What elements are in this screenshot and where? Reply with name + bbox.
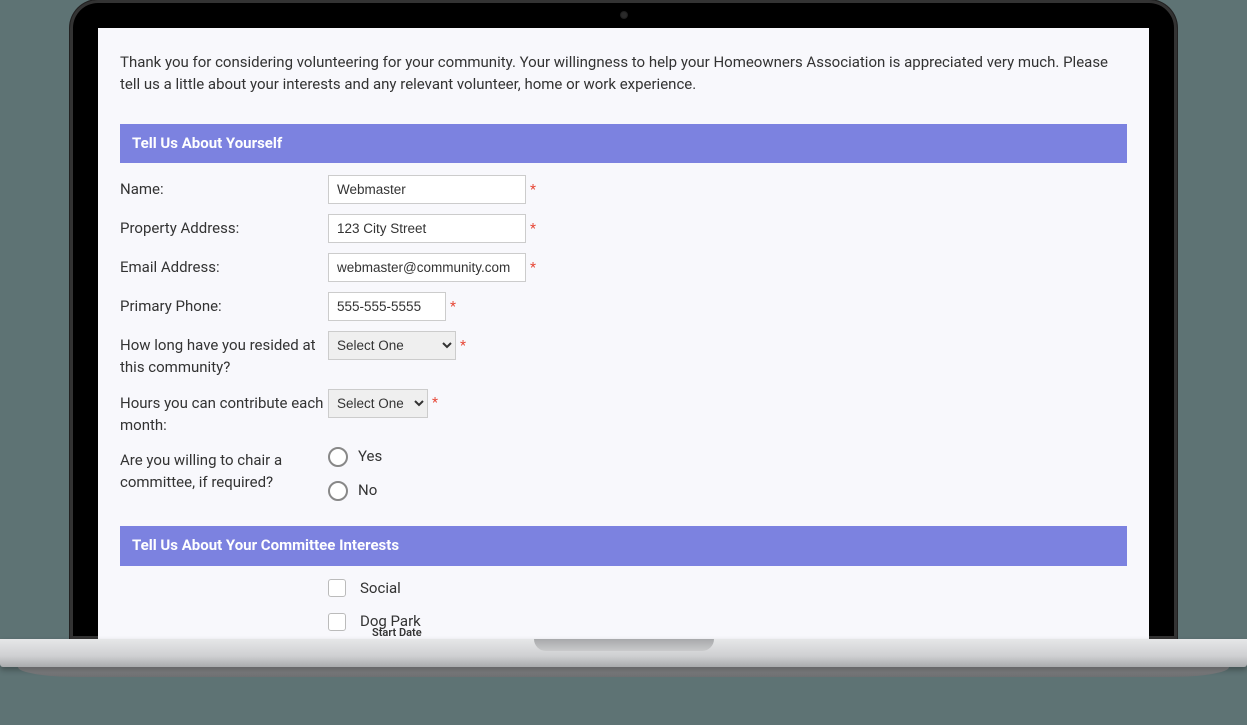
form-content: Thank you for considering volunteering f… [98,40,1149,639]
label-name: Name: [120,175,328,201]
laptop-mockup: Thank you for considering volunteering f… [0,0,1247,679]
email-input[interactable] [328,253,526,282]
label-address: Property Address: [120,214,328,240]
resided-select[interactable]: Select One [328,331,456,360]
required-mark: * [460,336,466,356]
label-phone: Primary Phone: [120,292,328,318]
cutoff-label: Start Date [372,626,422,639]
checkbox-dog-park[interactable]: Dog Park [328,611,1127,633]
required-mark: * [530,258,536,278]
checkbox-icon[interactable] [328,613,346,631]
intro-text: Thank you for considering volunteering f… [120,52,1127,96]
checkbox-icon[interactable] [328,579,346,597]
radio-no[interactable]: No [328,480,382,502]
row-hours: Hours you can contribute each month: Sel… [120,389,1127,437]
checkbox-label: Social [360,578,401,600]
row-phone: Primary Phone: * [120,292,1127,321]
screen: Thank you for considering volunteering f… [98,28,1149,639]
row-resided: How long have you resided at this commun… [120,331,1127,379]
required-mark: * [432,393,438,413]
radio-icon[interactable] [328,481,348,501]
row-name: Name: * [120,175,1127,204]
row-address: Property Address: * [120,214,1127,243]
checkbox-social[interactable]: Social [328,578,1127,600]
required-mark: * [450,297,456,317]
section-header-yourself: Tell Us About Yourself [120,124,1127,164]
label-hours: Hours you can contribute each month: [120,389,328,437]
hours-select[interactable]: Select One [328,389,428,418]
label-chair: Are you willing to chair a committee, if… [120,446,328,494]
label-resided: How long have you resided at this commun… [120,331,328,379]
section-header-interests: Tell Us About Your Committee Interests [120,526,1127,566]
radio-label-yes: Yes [358,446,382,468]
radio-label-no: No [358,480,377,502]
row-chair: Are you willing to chair a committee, if… [120,446,1127,502]
row-email: Email Address: * [120,253,1127,282]
camera-icon [620,11,628,19]
phone-input[interactable] [328,292,446,321]
name-input[interactable] [328,175,526,204]
required-mark: * [530,219,536,239]
trackpad-notch [534,639,714,651]
radio-yes[interactable]: Yes [328,446,382,468]
laptop-base [0,639,1247,679]
interests-group: Social Dog Park Landscape [120,578,1127,640]
label-email: Email Address: [120,253,328,279]
address-input[interactable] [328,214,526,243]
required-mark: * [530,180,536,200]
laptop-frame: Thank you for considering volunteering f… [70,0,1177,639]
radio-icon[interactable] [328,447,348,467]
